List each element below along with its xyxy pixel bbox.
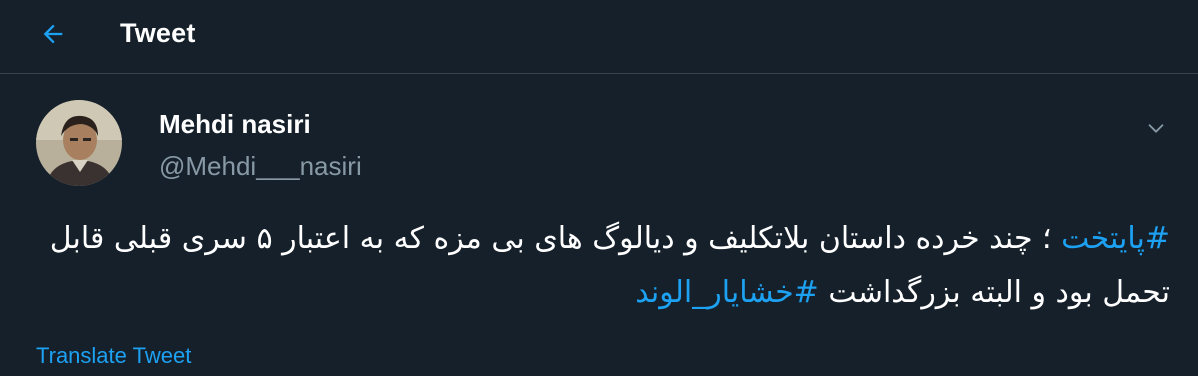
translate-tweet-link[interactable]: Translate Tweet (36, 343, 191, 369)
avatar[interactable] (36, 100, 122, 186)
arrow-left-icon (39, 20, 67, 53)
tweet-text: #پایتخت ؛ چند خرده داستان بلاتکلیف و دیا… (40, 212, 1170, 320)
author-handle[interactable]: @Mehdi___nasiri (159, 151, 362, 182)
back-button[interactable] (30, 15, 76, 57)
hashtag-link[interactable]: #خشایار_الوند (635, 275, 819, 310)
hashtag-link[interactable]: #پایتخت (1061, 221, 1170, 256)
more-options-button[interactable] (1138, 112, 1174, 148)
top-bar: Tweet (0, 0, 1198, 74)
author-name[interactable]: Mehdi nasiri (159, 109, 311, 140)
tweet-body-text: ؛ چند خرده داستان بلاتکلیف و دیالوگ های … (49, 221, 1170, 310)
chevron-down-icon (1145, 117, 1167, 144)
page-title: Tweet (120, 18, 196, 48)
